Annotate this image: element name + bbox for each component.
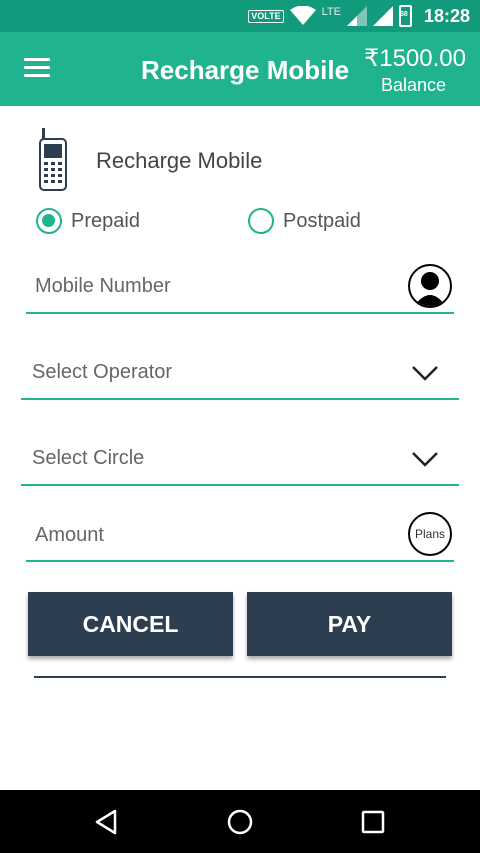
form-title: Recharge Mobile [96, 148, 263, 173]
home-icon[interactable] [226, 808, 254, 836]
recents-icon[interactable] [359, 808, 387, 836]
mobile-number-placeholder: Mobile Number [35, 275, 171, 297]
plans-button[interactable]: Plans [408, 512, 452, 556]
radio-postpaid[interactable]: Postpaid [248, 206, 361, 236]
app-title: Recharge Mobile [141, 55, 350, 85]
select-operator-dropdown[interactable]: Select Operator [21, 348, 459, 400]
wifi-icon [289, 6, 316, 25]
balance-amount: ₹1500.00 [363, 45, 466, 72]
select-circle-placeholder: Select Circle [32, 447, 145, 469]
menu-icon[interactable] [24, 58, 50, 78]
radio-selected-icon[interactable] [36, 208, 62, 234]
back-icon[interactable] [93, 808, 121, 836]
network-type-label: LTE [321, 6, 341, 18]
mobile-phone-icon [39, 128, 67, 191]
radio-unselected-icon[interactable] [248, 208, 274, 234]
cancel-button[interactable]: CANCEL [28, 592, 233, 656]
volte-badge: VOLTE [248, 9, 284, 23]
signal-icon-2 [372, 6, 393, 26]
chevron-down-icon[interactable] [411, 450, 439, 468]
radio-prepaid[interactable]: Prepaid [36, 206, 140, 236]
status-bar: VOLTE LTE 58 18:28 [0, 0, 480, 32]
status-icons: VOLTE LTE 58 18:28 [248, 0, 470, 32]
select-circle-dropdown[interactable]: Select Circle [21, 434, 459, 486]
app-bar: Recharge Mobile ₹1500.00 Balance [0, 32, 480, 106]
signal-icon [346, 6, 367, 26]
pay-button[interactable]: PAY [247, 592, 452, 656]
divider [34, 676, 446, 678]
form-header: Recharge Mobile [38, 128, 438, 192]
battery-icon: 58 [398, 5, 412, 27]
amount-placeholder: Amount [35, 524, 104, 546]
balance-label: Balance [380, 75, 446, 95]
mobile-number-field[interactable]: Mobile Number [26, 262, 454, 314]
select-operator-placeholder: Select Operator [32, 361, 173, 383]
radio-label-prepaid: Prepaid [71, 209, 140, 232]
chevron-down-icon[interactable] [411, 364, 439, 382]
clock: 18:28 [423, 5, 470, 26]
battery-level: 58 [399, 11, 408, 18]
amount-field[interactable]: Amount Plans [26, 508, 454, 562]
contact-picker-icon[interactable] [408, 264, 452, 308]
radio-label-postpaid: Postpaid [283, 209, 361, 232]
navigation-bar [0, 790, 480, 853]
